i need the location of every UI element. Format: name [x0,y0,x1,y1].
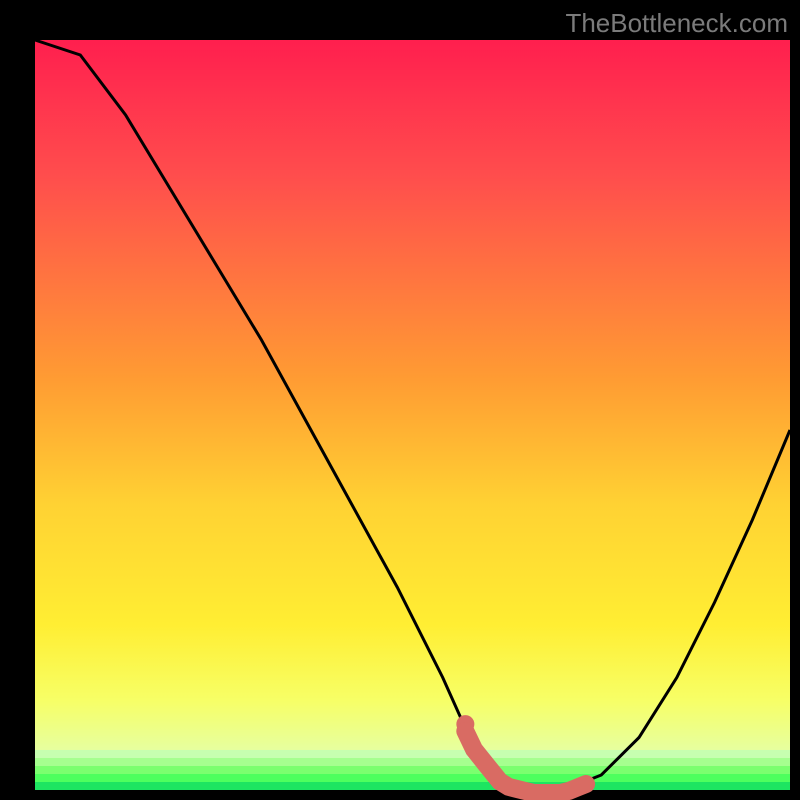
watermark-text: TheBottleneck.com [565,8,788,39]
chart-green-band [35,750,790,790]
bottleneck-chart [0,0,800,800]
